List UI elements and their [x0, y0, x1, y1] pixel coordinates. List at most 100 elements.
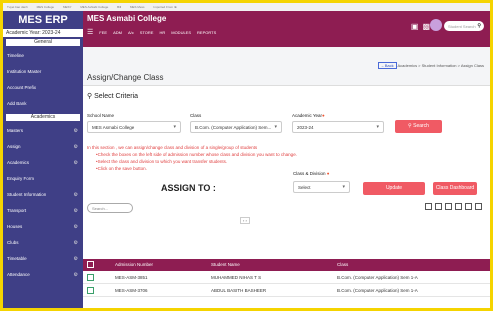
header-class[interactable]: Class: [337, 262, 348, 267]
menu-reports[interactable]: REPORTS: [197, 30, 216, 35]
row-checkbox[interactable]: [87, 274, 94, 281]
excel-icon[interactable]: [445, 203, 452, 210]
sidebar-item-academics[interactable]: Academics ⚙: [3, 155, 83, 171]
sidebar-item-attendance[interactable]: Attendance ⚙: [3, 267, 83, 283]
copy-icon[interactable]: [425, 203, 432, 210]
hamburger-icon[interactable]: ☰: [87, 28, 93, 36]
sidebar-item-label: Assign: [7, 144, 21, 149]
select-criteria-label: Select Criteria: [94, 93, 139, 100]
columns-icon[interactable]: [475, 203, 482, 210]
pdf-icon[interactable]: [455, 203, 462, 210]
sidebar-item-account-prefix[interactable]: Account Prefix: [3, 80, 83, 96]
year-select[interactable]: 2023-24 ▾: [292, 121, 384, 133]
gear-icon: ⚙: [73, 192, 78, 198]
menu-store[interactable]: STORE: [140, 30, 154, 35]
school-select[interactable]: MES Asmabi College ▾: [87, 121, 181, 133]
back-button[interactable]: ←Back: [377, 62, 397, 69]
instruction-step: Click on the save button.: [96, 165, 297, 172]
header-student-name[interactable]: Student Name: [211, 262, 240, 267]
sidebar-item-student-information[interactable]: Student Information ⚙: [3, 187, 83, 203]
sidebar-item-add-bank[interactable]: Add Bank: [3, 96, 83, 112]
search-placeholder: Student Search: [448, 24, 476, 29]
menu-modules[interactable]: MODULES: [171, 30, 191, 35]
bookmarks-bar: Tuyet bao danh MES College MESY MES Ashi…: [3, 3, 490, 11]
class-division-select[interactable]: Select ▾: [293, 181, 350, 193]
sidebar-section-general: General: [6, 39, 80, 46]
chevron-down-icon: ▾: [274, 124, 277, 130]
menu-ac[interactable]: A/c: [128, 30, 134, 35]
sidebar-item-timetable[interactable]: Timetable ⚙: [3, 251, 83, 267]
class-value: B.Com. (Computer Application) Sem...: [195, 125, 272, 130]
monitor-icon[interactable]: ▣: [411, 22, 419, 31]
bookmark-item[interactable]: MES College: [37, 5, 55, 9]
class-division-value: Select: [298, 185, 311, 190]
sidebar-item-label: Student Information: [7, 192, 47, 197]
sidebar-item-timeline[interactable]: Timeline: [3, 48, 83, 64]
sidebar-item-masters[interactable]: Masters ⚙: [3, 123, 83, 139]
header-admission-number[interactable]: Admission Number: [115, 262, 153, 267]
sidebar-item-label: Academics: [7, 160, 30, 165]
class-division-label-text: Class & Division: [293, 171, 326, 176]
gear-icon: ⚙: [73, 224, 78, 230]
row-checkbox[interactable]: [87, 287, 94, 294]
instruction-step: Select the class and division to which y…: [96, 158, 297, 165]
breadcrumb: ←Back Academics > Student Information > …: [377, 62, 484, 69]
bookmark-item[interactable]: Tuyet bao danh: [7, 5, 28, 9]
avatar[interactable]: [430, 19, 442, 31]
table-row: MES-ASM-3851 MUHAMMED NIHAS T S B.Com. (…: [83, 271, 490, 284]
app-logo[interactable]: MES ERP: [3, 11, 83, 29]
bookmark-item[interactable]: MES Mess: [130, 5, 145, 9]
class-cell: B.Com. (Computer Application) Sem 1-A: [337, 288, 418, 293]
assign-to-title: ASSIGN TO :: [161, 183, 216, 193]
school-label: School Name: [87, 113, 115, 118]
back-label: Back: [384, 63, 394, 68]
bookmark-item[interactable]: MES Ashiabi College: [80, 5, 108, 9]
print-icon[interactable]: [465, 203, 472, 210]
screen-icon[interactable]: ▩: [422, 22, 430, 31]
gear-icon: ⚙: [73, 240, 78, 246]
search-button[interactable]: ⚲ Search: [395, 120, 442, 133]
pager[interactable]: ‹ ›: [240, 217, 250, 224]
college-name: MES Asmabi College: [87, 14, 167, 23]
sidebar-item-houses[interactable]: Houses ⚙: [3, 219, 83, 235]
student-name-cell: ABDUL BASITH BASHEER: [211, 288, 267, 293]
select-criteria-heading: ⚲ Select Criteria: [87, 92, 138, 100]
gear-icon: ⚙: [73, 160, 78, 166]
csv-icon[interactable]: [435, 203, 442, 210]
school-value: MES Asmabi College: [92, 125, 135, 130]
update-button[interactable]: Update: [363, 182, 425, 195]
class-label: Class: [190, 113, 202, 118]
bookmark-item[interactable]: Imported From IE: [153, 5, 176, 9]
bookmark-item[interactable]: MESY: [63, 5, 72, 9]
top-bar: MES Asmabi College ☰ FEE ADM A/c STORE H…: [83, 11, 490, 47]
top-menu: ☰ FEE ADM A/c STORE HR MODULES REPORTS: [87, 28, 216, 36]
gear-icon: ⚙: [73, 144, 78, 150]
sidebar-item-transport[interactable]: Transport ⚙: [3, 203, 83, 219]
instructions-intro: In this section , we can assign/change c…: [87, 145, 258, 150]
admission-number-cell: MES-ASM-3851: [115, 275, 148, 280]
class-dashboard-button[interactable]: Class Dashboard: [433, 182, 477, 195]
sidebar-item-label: Timetable: [7, 256, 27, 261]
student-search-input[interactable]: Student Search ⚲: [444, 21, 484, 31]
class-cell: B.Com. (Computer Application) Sem 1-A: [337, 275, 418, 280]
class-select[interactable]: B.Com. (Computer Application) Sem... ▾: [190, 121, 282, 133]
sidebar-item-clubs[interactable]: Clubs ⚙: [3, 235, 83, 251]
table-search-input[interactable]: Search...: [87, 203, 133, 213]
bookmark-item[interactable]: Bill: [117, 5, 121, 9]
menu-hr[interactable]: HR: [159, 30, 165, 35]
academic-year-select[interactable]: Academic Year: 2023-24: [3, 29, 83, 37]
instructions: In this section , we can assign/change c…: [87, 144, 297, 172]
sidebar-item-assign[interactable]: Assign ⚙: [3, 139, 83, 155]
menu-adm[interactable]: ADM: [113, 30, 122, 35]
admission-number-cell: MES-ASM-3706: [115, 288, 148, 293]
export-toolbar: [425, 203, 482, 210]
sidebar-item-label: Houses: [7, 224, 23, 229]
menu-fee[interactable]: FEE: [99, 30, 107, 35]
sidebar-item-label: Masters: [7, 128, 24, 133]
year-value: 2023-24: [297, 125, 314, 130]
search-icon: ⚲: [408, 123, 412, 129]
sidebar-item-enquiry-form[interactable]: Enquiry Form: [3, 171, 83, 187]
class-division-label: Class & Division ●: [293, 171, 330, 176]
sidebar-item-institution-master[interactable]: Institution Master: [3, 64, 83, 80]
select-all-checkbox[interactable]: [87, 261, 94, 268]
